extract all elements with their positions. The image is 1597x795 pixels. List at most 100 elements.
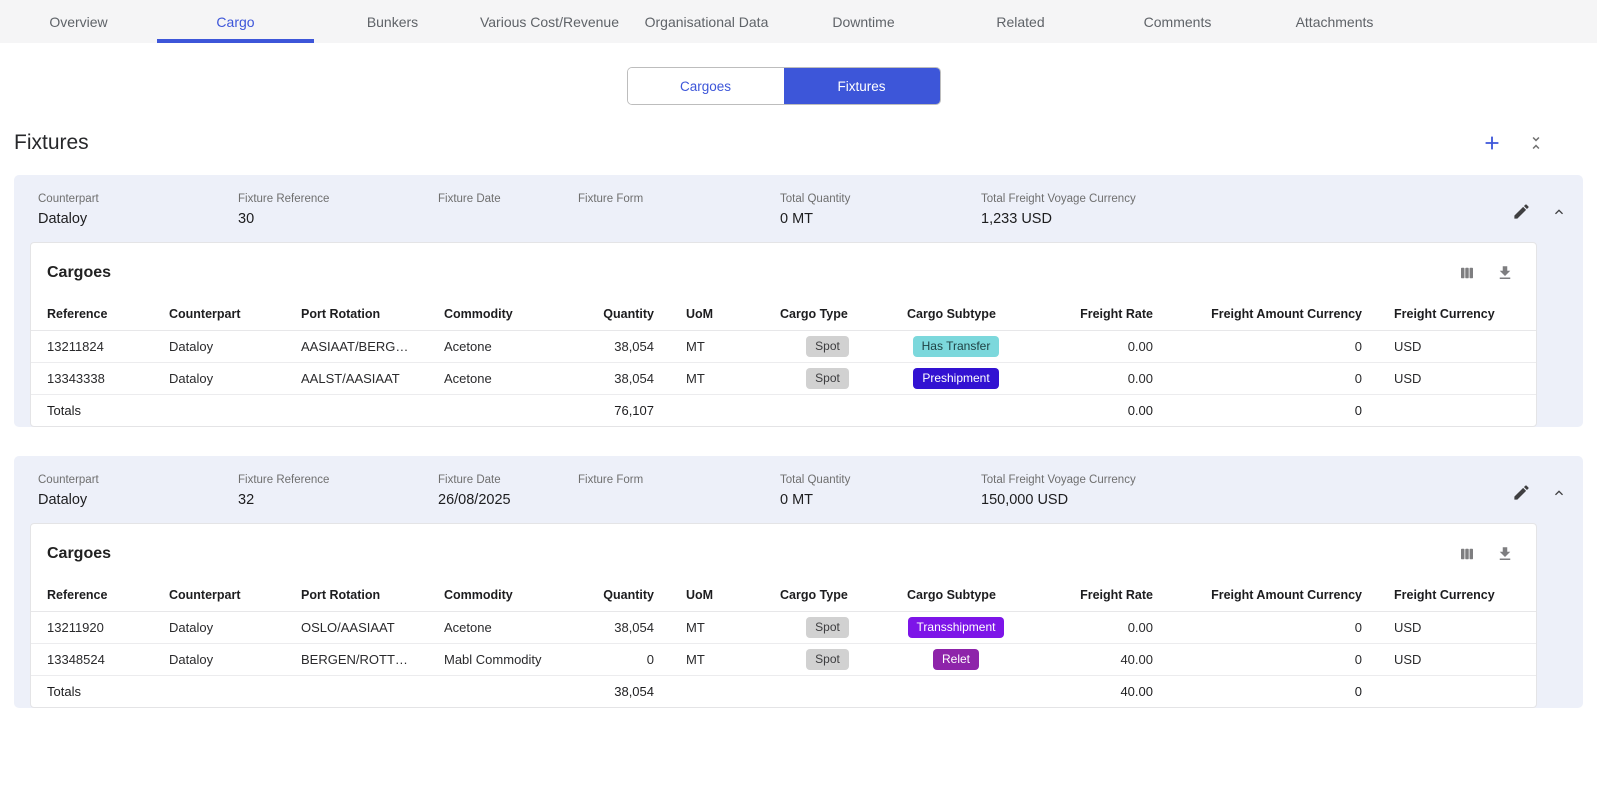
totals-quantity: 38,054 bbox=[568, 675, 670, 707]
fixture-header: CounterpartDataloyFixture Reference32Fix… bbox=[14, 456, 1583, 523]
table-row[interactable]: 13343338DataloyAALST/AASIAATAcetone38,05… bbox=[31, 362, 1537, 394]
tab-downtime[interactable]: Downtime bbox=[785, 0, 942, 43]
totals-empty bbox=[764, 675, 891, 707]
collapse-all-button[interactable] bbox=[1527, 134, 1545, 152]
cargo-subtype-chip: Has Transfer bbox=[913, 336, 1000, 357]
field-label: Total Quantity bbox=[780, 192, 981, 207]
tab-organisational-data[interactable]: Organisational Data bbox=[628, 0, 785, 43]
tab-cargo[interactable]: Cargo bbox=[157, 0, 314, 43]
field-fixture-form: Fixture Form bbox=[578, 192, 780, 230]
tab-label: Attachments bbox=[1296, 14, 1374, 30]
field-value: 32 bbox=[238, 490, 438, 511]
col-header-counterpart: Counterpart bbox=[153, 579, 285, 611]
cell-cargo-subtype: Relet bbox=[891, 643, 1021, 675]
tab-label: Bunkers bbox=[367, 14, 418, 30]
col-header-cargo-type: Cargo Type bbox=[764, 298, 891, 330]
field-total-freight-voyage-currency: Total Freight Voyage Currency150,000 USD bbox=[981, 473, 1512, 511]
col-header-cargo-subtype: Cargo Subtype bbox=[891, 579, 1021, 611]
totals-empty bbox=[153, 394, 285, 426]
col-header-reference: Reference bbox=[31, 298, 153, 330]
field-label: Fixture Reference bbox=[238, 473, 438, 488]
cell-cargo-subtype: Transshipment bbox=[891, 611, 1021, 643]
totals-freight-amount-currency: 0 bbox=[1169, 394, 1378, 426]
tab-attachments[interactable]: Attachments bbox=[1256, 0, 1413, 43]
col-header-commodity: Commodity bbox=[428, 298, 568, 330]
field-label: Fixture Reference bbox=[238, 192, 438, 207]
tab-label: Comments bbox=[1144, 14, 1212, 30]
field-fixture-form: Fixture Form bbox=[578, 473, 780, 511]
field-fixture-date: Fixture Date26/08/2025 bbox=[438, 473, 578, 511]
tab-comments[interactable]: Comments bbox=[1099, 0, 1256, 43]
cell-freight-amount-currency: 0 bbox=[1169, 362, 1378, 394]
tab-related[interactable]: Related bbox=[942, 0, 1099, 43]
tab-various-cost-revenue[interactable]: Various Cost/Revenue bbox=[471, 0, 628, 43]
field-label: Counterpart bbox=[38, 192, 238, 207]
fixtures-list: CounterpartDataloyFixture Reference30Fix… bbox=[0, 175, 1597, 708]
cell-commodity: Acetone bbox=[428, 362, 568, 394]
page-title: Fixtures bbox=[14, 131, 89, 155]
edit-fixture-button[interactable] bbox=[1512, 483, 1531, 502]
cargo-subtype-chip: Transshipment bbox=[908, 617, 1005, 638]
cell-port-rotation: AASIAAT/BERGEN bbox=[285, 330, 428, 362]
add-fixture-button[interactable] bbox=[1481, 132, 1503, 154]
field-fixture-date: Fixture Date bbox=[438, 192, 578, 230]
cargoes-title: Cargoes bbox=[47, 264, 111, 282]
edit-fixture-button[interactable] bbox=[1512, 202, 1531, 221]
table-row[interactable]: 13211824DataloyAASIAAT/BERGENAcetone38,0… bbox=[31, 330, 1537, 362]
totals-empty bbox=[1378, 394, 1537, 426]
col-header-cargo-subtype: Cargo Subtype bbox=[891, 298, 1021, 330]
cell-freight-amount-currency: 0 bbox=[1169, 643, 1378, 675]
tab-label: Overview bbox=[49, 14, 107, 30]
view-toggle: CargoesFixtures bbox=[627, 67, 941, 105]
cell-port-rotation: AALST/AASIAAT bbox=[285, 362, 428, 394]
unfold-less-icon bbox=[1527, 134, 1545, 152]
field-label: Fixture Form bbox=[578, 192, 780, 207]
totals-empty bbox=[428, 394, 568, 426]
cell-counterpart: Dataloy bbox=[153, 330, 285, 362]
collapse-fixture-button[interactable] bbox=[1551, 485, 1567, 501]
plus-icon bbox=[1481, 132, 1503, 154]
cargo-type-chip: Spot bbox=[806, 368, 849, 389]
tab-label: Various Cost/Revenue bbox=[480, 14, 619, 30]
totals-empty bbox=[153, 675, 285, 707]
tab-bunkers[interactable]: Bunkers bbox=[314, 0, 471, 43]
cell-freight-amount-currency: 0 bbox=[1169, 330, 1378, 362]
totals-empty bbox=[670, 675, 764, 707]
pencil-icon bbox=[1512, 202, 1531, 221]
totals-row: Totals76,1070.000 bbox=[31, 394, 1537, 426]
field-label: Fixture Date bbox=[438, 473, 578, 488]
col-header-quantity: Quantity bbox=[568, 579, 670, 611]
totals-empty bbox=[1378, 675, 1537, 707]
field-total-quantity: Total Quantity0 MT bbox=[780, 473, 981, 511]
col-header-cargo-type: Cargo Type bbox=[764, 579, 891, 611]
toggle-fixtures[interactable]: Fixtures bbox=[784, 68, 940, 104]
col-header-port-rotation: Port Rotation bbox=[285, 579, 428, 611]
columns-button[interactable] bbox=[1458, 545, 1476, 563]
cell-cargo-type: Spot bbox=[764, 330, 891, 362]
tab-overview[interactable]: Overview bbox=[0, 0, 157, 43]
download-button[interactable] bbox=[1496, 545, 1514, 563]
cargoes-card: Cargoes ReferenceCounterpartPort Rotati bbox=[30, 242, 1537, 427]
field-value: 0 MT bbox=[780, 209, 981, 230]
cell-cargo-subtype: Preshipment bbox=[891, 362, 1021, 394]
table-row[interactable]: 13211920DataloyOSLO/AASIAATAcetone38,054… bbox=[31, 611, 1537, 643]
fixture-card: CounterpartDataloyFixture Reference32Fix… bbox=[14, 456, 1583, 708]
download-button[interactable] bbox=[1496, 264, 1514, 282]
cell-port-rotation: OSLO/AASIAAT bbox=[285, 611, 428, 643]
cargo-type-chip: Spot bbox=[806, 336, 849, 357]
collapse-fixture-button[interactable] bbox=[1551, 204, 1567, 220]
field-counterpart: CounterpartDataloy bbox=[38, 473, 238, 511]
cell-commodity: Mabl Commodity bbox=[428, 643, 568, 675]
cell-uom: MT bbox=[670, 611, 764, 643]
cell-cargo-type: Spot bbox=[764, 643, 891, 675]
toggle-cargoes[interactable]: Cargoes bbox=[628, 68, 784, 104]
field-counterpart: CounterpartDataloy bbox=[38, 192, 238, 230]
columns-button[interactable] bbox=[1458, 264, 1476, 282]
tab-label: Downtime bbox=[832, 14, 894, 30]
totals-quantity: 76,107 bbox=[568, 394, 670, 426]
table-row[interactable]: 13348524DataloyBERGEN/ROTT…Mabl Commodit… bbox=[31, 643, 1537, 675]
fixture-fields: CounterpartDataloyFixture Reference32Fix… bbox=[38, 473, 1512, 511]
cell-port-rotation: BERGEN/ROTT… bbox=[285, 643, 428, 675]
col-header-freight-currency: Freight Currency bbox=[1378, 579, 1537, 611]
totals-empty bbox=[891, 394, 1021, 426]
